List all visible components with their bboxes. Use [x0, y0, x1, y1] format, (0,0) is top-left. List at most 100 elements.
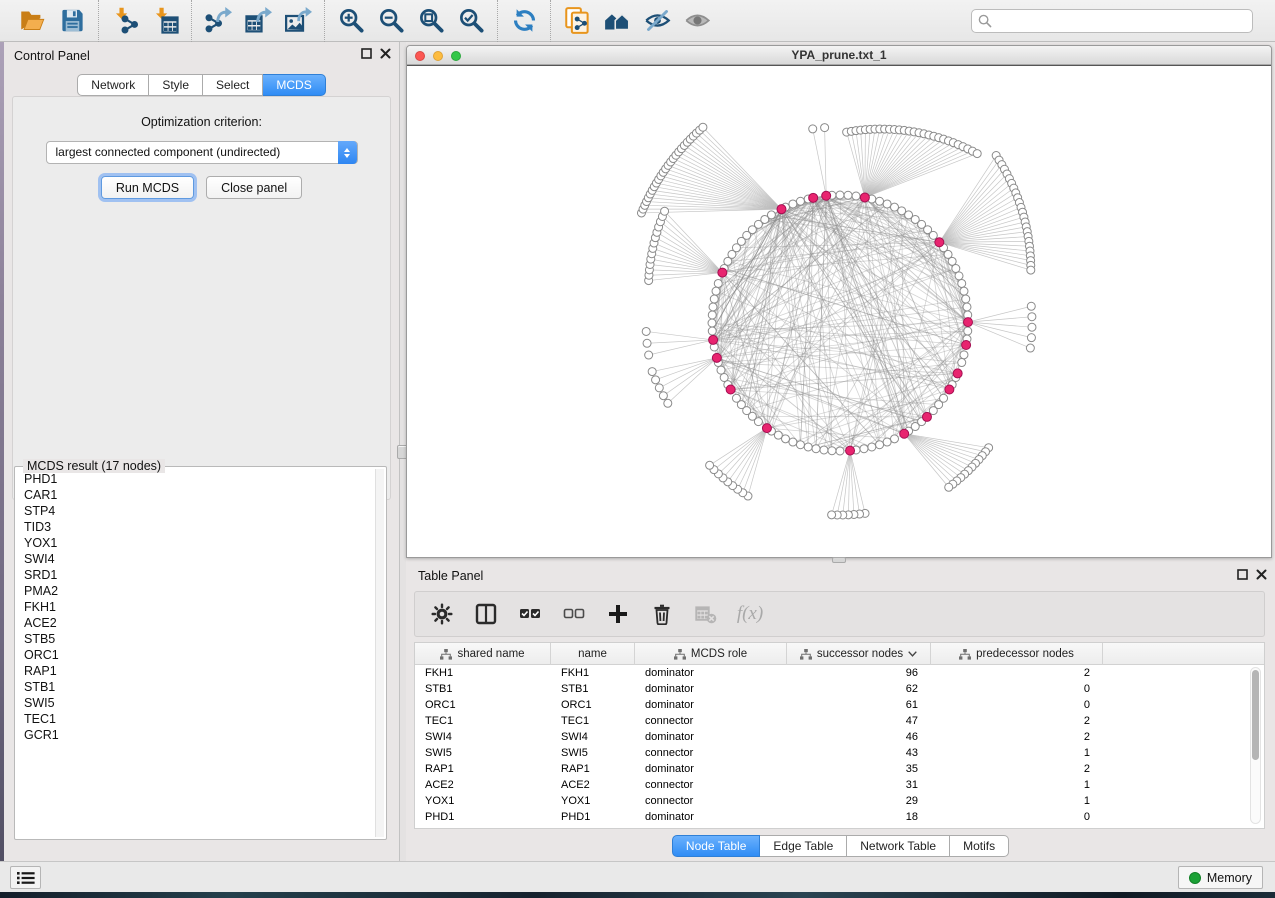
- cell-MCDS-role[interactable]: dominator: [635, 731, 787, 743]
- cell-successor-nodes[interactable]: 43: [787, 747, 931, 759]
- cell-MCDS-role[interactable]: dominator: [635, 667, 787, 679]
- network-node[interactable]: [708, 327, 716, 335]
- network-node[interactable]: [844, 191, 852, 199]
- tab-mcds[interactable]: MCDS: [263, 74, 325, 96]
- cell-predecessor-nodes[interactable]: 1: [931, 779, 1103, 791]
- network-node[interactable]: [890, 435, 898, 443]
- mcds-result-item[interactable]: STB1: [17, 679, 374, 695]
- network-node[interactable]: [708, 319, 716, 327]
- cell-MCDS-role[interactable]: dominator: [635, 683, 787, 695]
- cell-shared-name[interactable]: FKH1: [415, 667, 551, 679]
- close-table-panel-icon[interactable]: [1256, 569, 1267, 580]
- network-node[interactable]: [964, 327, 972, 335]
- zoom-out-button[interactable]: [371, 4, 411, 38]
- run-mcds-button[interactable]: Run MCDS: [101, 176, 194, 199]
- show-all-button[interactable]: [677, 4, 717, 38]
- mcds-result-item[interactable]: GCR1: [17, 727, 374, 743]
- deselect-all-rows-button[interactable]: [561, 601, 587, 627]
- column-header-name[interactable]: name: [551, 643, 635, 665]
- network-node[interactable]: [710, 295, 718, 303]
- table-row[interactable]: PHD1PHD1dominator180: [415, 809, 1264, 825]
- add-column-button[interactable]: [605, 601, 631, 627]
- mcds-hub-node-selected[interactable]: [762, 424, 771, 433]
- satellite-node[interactable]: [973, 150, 981, 158]
- cell-shared-name[interactable]: PHD1: [415, 811, 551, 823]
- import-network-button[interactable]: [105, 4, 145, 38]
- table-row[interactable]: SWI5SWI5connector431: [415, 745, 1264, 761]
- mcds-result-item[interactable]: FKH1: [17, 599, 374, 615]
- satellite-node[interactable]: [809, 125, 817, 133]
- memory-button[interactable]: Memory: [1178, 866, 1263, 889]
- table-scrollbar-thumb[interactable]: [1252, 670, 1259, 760]
- mcds-result-item[interactable]: PMA2: [17, 583, 374, 599]
- mcds-result-item[interactable]: STB5: [17, 631, 374, 647]
- mcds-hub-node-selected[interactable]: [860, 193, 869, 202]
- cell-successor-nodes[interactable]: 35: [787, 763, 931, 775]
- close-panel-button[interactable]: Close panel: [206, 176, 302, 199]
- cell-name[interactable]: PHD1: [551, 811, 635, 823]
- column-header-shared-name[interactable]: shared name: [415, 643, 551, 665]
- column-header-MCDS-role[interactable]: MCDS role: [635, 643, 787, 665]
- window-close-traffic-light[interactable]: [415, 51, 425, 61]
- export-network-button[interactable]: [198, 4, 238, 38]
- satellite-node[interactable]: [706, 461, 714, 469]
- mcds-hub-node-selected[interactable]: [718, 268, 727, 277]
- mcds-result-item[interactable]: STP4: [17, 503, 374, 519]
- mcds-hub-node-selected[interactable]: [709, 335, 718, 344]
- network-node[interactable]: [789, 438, 797, 446]
- mcds-result-item[interactable]: PHD1: [17, 471, 374, 487]
- mcds-hub-node-selected[interactable]: [962, 341, 971, 350]
- tab-network[interactable]: Network: [77, 74, 149, 96]
- zoom-selected-button[interactable]: [451, 4, 491, 38]
- network-node[interactable]: [804, 443, 812, 451]
- cell-predecessor-nodes[interactable]: 0: [931, 683, 1103, 695]
- cell-MCDS-role[interactable]: connector: [635, 747, 787, 759]
- satellite-node[interactable]: [661, 207, 669, 215]
- network-node[interactable]: [960, 351, 968, 359]
- cell-successor-nodes[interactable]: 46: [787, 731, 931, 743]
- zoom-fit-button[interactable]: [411, 4, 451, 38]
- network-node[interactable]: [955, 272, 963, 280]
- network-node[interactable]: [714, 279, 722, 287]
- network-node[interactable]: [963, 303, 971, 311]
- cell-successor-nodes[interactable]: 47: [787, 715, 931, 727]
- satellite-node[interactable]: [828, 511, 836, 519]
- mcds-result-list[interactable]: PHD1CAR1STP4TID3YOX1SWI4SRD1PMA2FKH1ACE2…: [17, 471, 374, 837]
- table-row[interactable]: SWI4SWI4dominator462: [415, 729, 1264, 745]
- mcds-result-item[interactable]: RAP1: [17, 663, 374, 679]
- float-table-panel-icon[interactable]: [1237, 569, 1248, 580]
- network-node[interactable]: [952, 265, 960, 273]
- close-panel-icon[interactable]: [380, 48, 391, 59]
- network-node[interactable]: [836, 447, 844, 455]
- mcds-result-item[interactable]: SRD1: [17, 567, 374, 583]
- satellite-node[interactable]: [643, 339, 651, 347]
- cell-successor-nodes[interactable]: 31: [787, 779, 931, 791]
- satellite-node[interactable]: [645, 351, 653, 359]
- network-node[interactable]: [860, 445, 868, 453]
- network-canvas[interactable]: [407, 65, 1271, 557]
- cell-name[interactable]: SWI4: [551, 731, 635, 743]
- network-node[interactable]: [958, 359, 966, 367]
- satellite-node[interactable]: [1027, 266, 1035, 274]
- export-image-button[interactable]: [278, 4, 318, 38]
- network-node[interactable]: [820, 446, 828, 454]
- mcds-hub-node-selected[interactable]: [846, 446, 855, 455]
- first-neighbors-button[interactable]: [597, 4, 637, 38]
- cell-successor-nodes[interactable]: 18: [787, 811, 931, 823]
- satellite-node[interactable]: [1027, 302, 1035, 310]
- mcds-result-item[interactable]: TEC1: [17, 711, 374, 727]
- mcds-result-item[interactable]: SWI5: [17, 695, 374, 711]
- cell-shared-name[interactable]: SWI4: [415, 731, 551, 743]
- window-minimize-traffic-light[interactable]: [433, 51, 443, 61]
- satellite-node[interactable]: [821, 124, 829, 132]
- cell-name[interactable]: RAP1: [551, 763, 635, 775]
- cell-name[interactable]: ACE2: [551, 779, 635, 791]
- tab-node-table[interactable]: Node Table: [672, 835, 761, 857]
- delete-column-button[interactable]: [649, 601, 675, 627]
- table-row[interactable]: TEC1TEC1connector472: [415, 713, 1264, 729]
- cell-name[interactable]: FKH1: [551, 667, 635, 679]
- save-session-button[interactable]: [52, 4, 92, 38]
- mcds-hub-node-selected[interactable]: [822, 191, 831, 200]
- cell-MCDS-role[interactable]: connector: [635, 795, 787, 807]
- settings-gear-button[interactable]: [429, 601, 455, 627]
